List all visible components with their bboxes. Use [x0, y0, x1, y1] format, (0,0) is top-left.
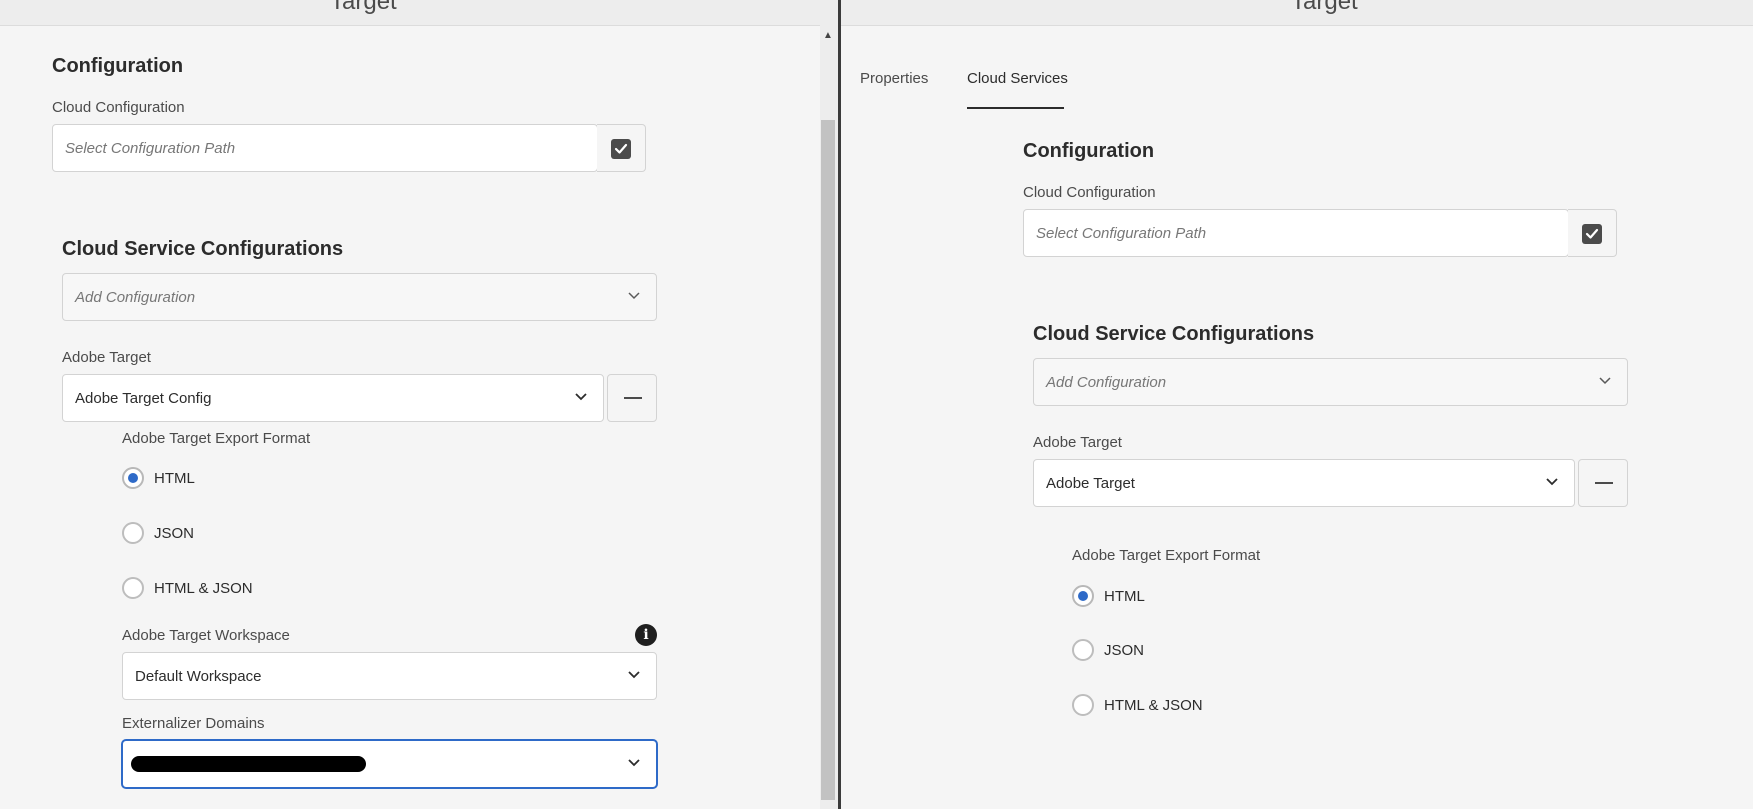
- radio-html[interactable]: [122, 467, 144, 489]
- add-configuration-placeholder: Add Configuration: [75, 289, 196, 306]
- radio-html-json-label: HTML & JSON: [1104, 697, 1203, 714]
- cloud-service-configurations-heading: Cloud Service Configurations: [1033, 323, 1315, 345]
- radio-json-label: JSON: [1104, 642, 1145, 659]
- externalizer-domains-select[interactable]: [122, 740, 657, 788]
- radio-html-json[interactable]: [122, 577, 144, 599]
- adobe-target-value: Adobe Target: [1046, 475, 1135, 492]
- cloud-configuration-label: Cloud Configuration: [1023, 184, 1156, 201]
- chevron-down-icon: [1546, 478, 1558, 486]
- dialog-title: Target: [330, 0, 397, 15]
- export-format-label: Adobe Target Export Format: [122, 430, 311, 447]
- radio-html-json-label: HTML & JSON: [154, 580, 253, 597]
- tab-cloud-services[interactable]: Cloud Services: [967, 70, 1068, 87]
- configuration-path-field[interactable]: Select Configuration Path: [52, 124, 598, 172]
- top-bar: Target: [841, 0, 1753, 26]
- info-icon[interactable]: i: [635, 624, 657, 646]
- active-tab-indicator: [967, 107, 1064, 109]
- workspace-label: Adobe Target Workspace: [122, 627, 290, 644]
- minus-icon: [624, 397, 642, 399]
- minus-icon: [1595, 482, 1613, 484]
- adobe-target-select[interactable]: Adobe Target: [1033, 459, 1575, 507]
- add-configuration-placeholder: Add Configuration: [1046, 374, 1167, 391]
- left-pane: Target Configuration Cloud Configuration…: [0, 0, 838, 809]
- radio-html-label: HTML: [154, 470, 195, 487]
- redacted-value: [131, 756, 366, 772]
- checkbox-icon: [1582, 224, 1602, 244]
- add-configuration-dropdown[interactable]: Add Configuration: [62, 273, 657, 321]
- right-pane: Target Properties Cloud Services Configu…: [841, 0, 1753, 809]
- configuration-path-placeholder: Select Configuration Path: [1036, 225, 1207, 242]
- radio-json[interactable]: [1072, 639, 1094, 661]
- scrollbar-thumb[interactable]: [821, 120, 835, 800]
- cloud-configuration-label: Cloud Configuration: [52, 99, 185, 116]
- externalizer-domains-label: Externalizer Domains: [122, 715, 265, 732]
- checkbox-icon: [611, 139, 631, 159]
- workspace-select[interactable]: Default Workspace: [122, 652, 657, 700]
- chevron-down-icon: [1599, 377, 1611, 385]
- radio-json[interactable]: [122, 522, 144, 544]
- chevron-down-icon: [628, 759, 640, 767]
- adobe-target-select[interactable]: Adobe Target Config: [62, 374, 604, 422]
- cloud-service-configurations-heading: Cloud Service Configurations: [62, 238, 344, 260]
- workspace-value: Default Workspace: [135, 668, 262, 685]
- radio-json-label: JSON: [154, 525, 195, 542]
- radio-html-label: HTML: [1104, 588, 1145, 605]
- configuration-path-placeholder: Select Configuration Path: [65, 140, 236, 157]
- configuration-heading: Configuration: [1023, 140, 1155, 162]
- top-bar: Target: [0, 0, 838, 26]
- radio-html[interactable]: [1072, 585, 1094, 607]
- configuration-path-field[interactable]: Select Configuration Path: [1023, 209, 1569, 257]
- chevron-down-icon: [575, 393, 587, 401]
- remove-configuration-button[interactable]: [1578, 459, 1628, 507]
- dialog-title: Target: [1291, 0, 1358, 15]
- path-picker-button[interactable]: [597, 124, 646, 172]
- remove-configuration-button[interactable]: [607, 374, 657, 422]
- scroll-up-arrow[interactable]: ▲: [823, 30, 833, 41]
- adobe-target-label: Adobe Target: [1033, 434, 1122, 451]
- radio-html-json[interactable]: [1072, 694, 1094, 716]
- add-configuration-dropdown[interactable]: Add Configuration: [1033, 358, 1628, 406]
- adobe-target-label: Adobe Target: [62, 349, 151, 366]
- configuration-heading: Configuration: [52, 55, 184, 77]
- chevron-down-icon: [628, 671, 640, 679]
- path-picker-button[interactable]: [1568, 209, 1617, 257]
- tab-properties[interactable]: Properties: [860, 70, 928, 87]
- export-format-label: Adobe Target Export Format: [1072, 547, 1261, 564]
- adobe-target-value: Adobe Target Config: [75, 390, 212, 407]
- chevron-down-icon: [628, 292, 640, 300]
